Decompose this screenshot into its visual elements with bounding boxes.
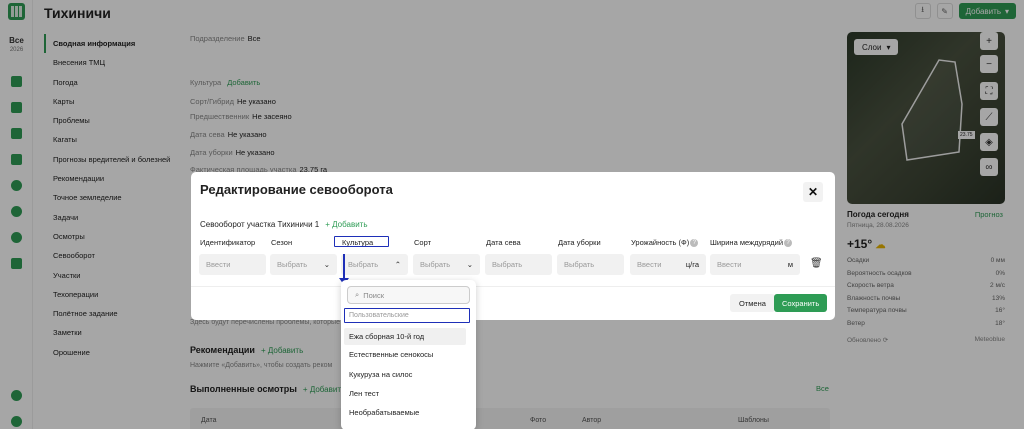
cancel-button[interactable]: Отмена — [730, 294, 775, 312]
modal-subtitle: Севооборот участка Тихиничи 1 + Добавить — [200, 220, 368, 229]
culture-option[interactable]: Естественные сенокосы — [344, 346, 466, 363]
col-yield: Урожайность (Ф)? — [631, 238, 699, 248]
col-yield-label: Урожайность (Ф) — [631, 238, 690, 247]
identifier-input[interactable]: Ввести — [199, 254, 266, 275]
culture-option[interactable]: Необрабатываемые — [344, 404, 466, 421]
help-icon[interactable]: ? — [690, 239, 699, 248]
culture-option[interactable]: Лен тест — [344, 385, 466, 402]
culture-placeholder: Выбрать — [348, 260, 379, 269]
col-harvest-date: Дата уборки — [558, 238, 601, 247]
modal-title: Редактирование севооборота — [200, 182, 393, 197]
sort-placeholder: Выбрать — [420, 260, 451, 269]
col-identifier: Идентификатор — [200, 238, 256, 247]
row-width-unit: м — [787, 260, 793, 269]
rotation-add-link[interactable]: + Добавить — [325, 220, 367, 229]
col-season: Сезон — [271, 238, 293, 247]
identifier-placeholder: Ввести — [206, 260, 231, 269]
culture-option[interactable]: Ежа сборная 10-й год — [344, 328, 466, 345]
col-sow-date: Дата сева — [486, 238, 521, 247]
culture-option[interactable]: Кукуруза на силос — [344, 366, 466, 383]
season-placeholder: Выбрать — [277, 260, 308, 269]
season-select[interactable]: Выбрать ⌄ — [270, 254, 337, 275]
search-icon: ⌕ — [355, 290, 360, 299]
harvest-date-placeholder: Выбрать — [564, 260, 595, 269]
col-sort: Сорт — [414, 238, 432, 247]
sow-date-placeholder: Выбрать — [492, 260, 523, 269]
annotation-arrow — [343, 254, 345, 279]
culture-search-input[interactable]: ⌕ Поиск — [347, 286, 470, 304]
crop-rotation-modal: Редактирование севооборота ✕ Севооборот … — [191, 172, 835, 320]
sort-select[interactable]: Выбрать ⌄ — [413, 254, 480, 275]
harvest-date-picker[interactable]: Выбрать — [557, 254, 624, 275]
chevron-down-icon: ⌄ — [466, 260, 473, 269]
help-icon[interactable]: ? — [784, 239, 793, 248]
close-icon[interactable]: ✕ — [803, 182, 823, 202]
culture-select[interactable]: Выбрать ⌃ — [341, 254, 408, 275]
culture-search-placeholder: Поиск — [363, 290, 384, 300]
chevron-up-icon: ⌃ — [394, 260, 401, 269]
rotation-add-label: Добавить — [332, 220, 368, 229]
yield-placeholder: Ввести — [637, 260, 662, 269]
col-row-width-label: Ширина междурядий — [710, 238, 784, 247]
trash-icon[interactable]: 🗑 — [810, 258, 823, 269]
sow-date-picker[interactable]: Выбрать — [485, 254, 552, 275]
culture-dropdown: ⌕ Поиск Пользовательские Ежа сборная 10-й… — [341, 280, 476, 429]
highlight-culture-header — [334, 236, 389, 247]
highlight-group-label — [344, 308, 470, 323]
save-button[interactable]: Сохранить — [774, 294, 828, 312]
modal-divider — [191, 286, 835, 287]
yield-unit: ц/га — [685, 260, 699, 269]
yield-input[interactable]: Ввести ц/га — [630, 254, 706, 275]
col-row-width: Ширина междурядий? — [710, 238, 793, 248]
row-width-input[interactable]: Ввести м — [710, 254, 800, 275]
row-width-placeholder: Ввести — [717, 260, 742, 269]
chevron-down-icon: ⌄ — [323, 260, 330, 269]
modal-subtitle-text: Севооборот участка Тихиничи 1 — [200, 220, 320, 229]
